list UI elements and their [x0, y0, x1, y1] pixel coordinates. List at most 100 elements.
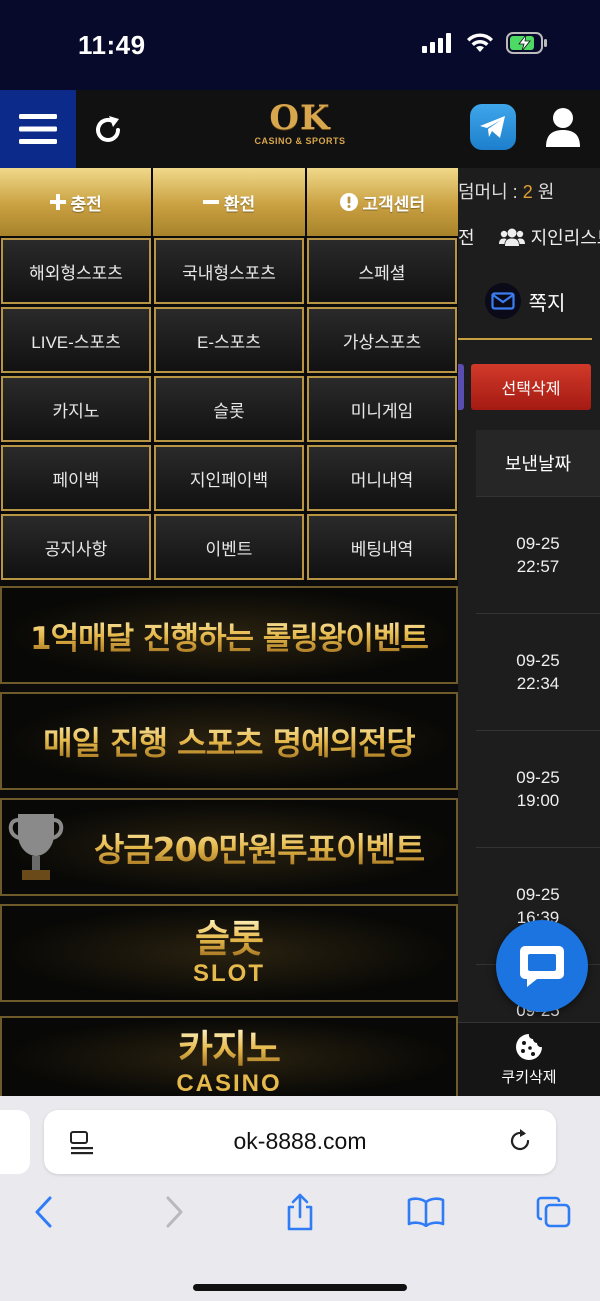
point-money-line: 덤머니 : 2 원 [458, 178, 554, 204]
tabs-icon [536, 1196, 571, 1228]
banner-vote-event[interactable]: 상금200만원투표이벤트 [0, 798, 458, 896]
tabs-button[interactable] [534, 1192, 574, 1232]
withdraw-button[interactable]: 환전 [153, 168, 305, 236]
menu-item-notices[interactable]: 공지사항 [1, 514, 151, 580]
banner-text: 카지노 [178, 1027, 281, 1071]
cellular-signal-icon [422, 33, 451, 53]
sent-date-header: 보낸날짜 [476, 430, 600, 496]
side-menu: 충전 환전 고객센터 해외형스포츠 국내형스포츠 스페셜 LIVE-스포츠 E-… [0, 168, 458, 1096]
battery-charging-icon [506, 32, 547, 54]
point-money-unit: 원 [532, 182, 555, 202]
menu-item-special[interactable]: 스페셜 [307, 238, 457, 304]
row-date: 09-25 [516, 533, 560, 553]
partially-hidden-button[interactable] [458, 364, 464, 410]
hamburger-menu-button[interactable] [0, 90, 76, 168]
banner-casino[interactable]: 카지노 CASINO [0, 1016, 458, 1096]
friend-list-label: 지인리스트 [530, 228, 600, 248]
chevron-left-icon [35, 1196, 52, 1228]
live-chat-button[interactable] [496, 920, 588, 1012]
table-row[interactable]: 09-25 22:34 [476, 613, 600, 729]
previous-tab-edge[interactable] [0, 1110, 30, 1174]
menu-grid: 해외형스포츠 국내형스포츠 스페셜 LIVE-스포츠 E-스포츠 가상스포츠 카… [0, 236, 458, 580]
withdraw-label: 환전 [223, 194, 256, 214]
menu-item-domestic-sports[interactable]: 국내형스포츠 [154, 238, 304, 304]
share-button[interactable] [280, 1192, 320, 1232]
menu-item-virtual-sports[interactable]: 가상스포츠 [307, 307, 457, 373]
user-account-button[interactable] [540, 104, 586, 150]
customer-center-button[interactable]: 고객센터 [306, 168, 458, 236]
status-time: 11:49 [78, 30, 146, 60]
table-row[interactable]: 09-25 19:00 [476, 730, 600, 846]
menu-item-casino[interactable]: 카지노 [1, 376, 151, 442]
menu-item-referral-payback[interactable]: 지인페이백 [154, 445, 304, 511]
menu-item-betting-history[interactable]: 베팅내역 [307, 514, 457, 580]
banner-subtext: CASINO [176, 1070, 282, 1096]
status-bar: 11:49 [0, 0, 600, 90]
site-logo[interactable]: OK CASINO & SPORTS [250, 100, 350, 160]
envelope-icon [490, 292, 515, 310]
banner-text: 상금200만원투표이벤트 [94, 823, 425, 871]
user-icon [546, 108, 580, 147]
telegram-button[interactable] [470, 104, 516, 150]
banner-slot[interactable]: 슬롯 SLOT [0, 904, 458, 1002]
menu-item-payback[interactable]: 페이백 [1, 445, 151, 511]
banner-subtext: SLOT [193, 960, 265, 987]
bookmarks-button[interactable] [406, 1192, 446, 1232]
menu-item-money-history[interactable]: 머니내역 [307, 445, 457, 511]
book-icon [407, 1197, 445, 1227]
banner-text: 슬롯 [195, 917, 264, 961]
menu-item-minigame[interactable]: 미니게임 [307, 376, 457, 442]
status-icons [422, 32, 548, 54]
plus-icon [49, 194, 66, 210]
alert-circle-icon [339, 193, 358, 211]
address-bar[interactable]: ok-8888.com [44, 1110, 556, 1174]
users-icon [498, 228, 525, 246]
telegram-icon [480, 116, 505, 138]
point-money-label: 덤머니 : [458, 182, 523, 202]
row-time: 19:00 [516, 790, 560, 810]
home-indicator [193, 1284, 407, 1291]
point-money-value: 2 [522, 182, 533, 202]
menu-item-esports[interactable]: E-스포츠 [154, 307, 304, 373]
logo-main-text: OK [269, 98, 331, 138]
deposit-label: 충전 [70, 194, 102, 214]
chevron-right-icon [166, 1196, 183, 1228]
banner-text: 1억매달 진행하는 롤링왕이벤트 [30, 613, 429, 658]
logo-sub-text: CASINO & SPORTS [254, 136, 346, 146]
refresh-button[interactable] [86, 108, 130, 152]
menu-item-live-sports[interactable]: LIVE-스포츠 [1, 307, 151, 373]
refresh-icon [96, 116, 120, 142]
url-text: ok-8888.com [233, 1128, 367, 1154]
row-date: 09-25 [516, 884, 560, 904]
site-header: OK CASINO & SPORTS [0, 90, 600, 168]
cookie-delete-label: 쿠키삭제 [501, 1069, 557, 1086]
envelope-icon-wrap [484, 283, 521, 319]
menu-item-overseas-sports[interactable]: 해외형스포츠 [1, 238, 151, 304]
table-row[interactable]: 09-25 22:57 [476, 496, 600, 612]
banner-sports-hall-of-fame[interactable]: 매일 진행 스포츠 명예의전당 [0, 692, 458, 790]
friend-list-link[interactable]: 전 지인리스트 [458, 224, 600, 250]
back-button[interactable] [24, 1192, 64, 1232]
tab-messages[interactable]: 쪽지 [458, 264, 592, 340]
browser-toolbar [0, 1192, 600, 1240]
cookie-icon [516, 1034, 542, 1060]
menu-item-events[interactable]: 이벤트 [154, 514, 304, 580]
banner-text: 매일 진행 스포츠 명예의전당 [43, 718, 416, 764]
account-actions: 충전 환전 고객센터 [0, 168, 458, 236]
trophy-icon [8, 814, 64, 880]
banner-rolling-king-event[interactable]: 1억매달 진행하는 롤링왕이벤트 [0, 586, 458, 684]
prev-tab-fragment: 전 [458, 228, 475, 248]
chat-bubble-icon [520, 946, 564, 987]
deposit-button[interactable]: 충전 [0, 168, 152, 236]
row-date: 09-25 [516, 767, 560, 787]
forward-button[interactable] [154, 1192, 194, 1232]
delete-selected-button[interactable]: 선택삭제 [471, 364, 591, 410]
cookie-delete-button[interactable]: 쿠키삭제 [458, 1022, 600, 1096]
hamburger-icon [19, 114, 57, 144]
browser-chrome: ok-8888.com [0, 1096, 600, 1301]
minus-icon [202, 200, 219, 204]
reload-icon[interactable] [506, 1127, 534, 1155]
menu-item-slot[interactable]: 슬롯 [154, 376, 304, 442]
wifi-icon [467, 33, 493, 52]
customer-center-label: 고객센터 [362, 194, 426, 214]
